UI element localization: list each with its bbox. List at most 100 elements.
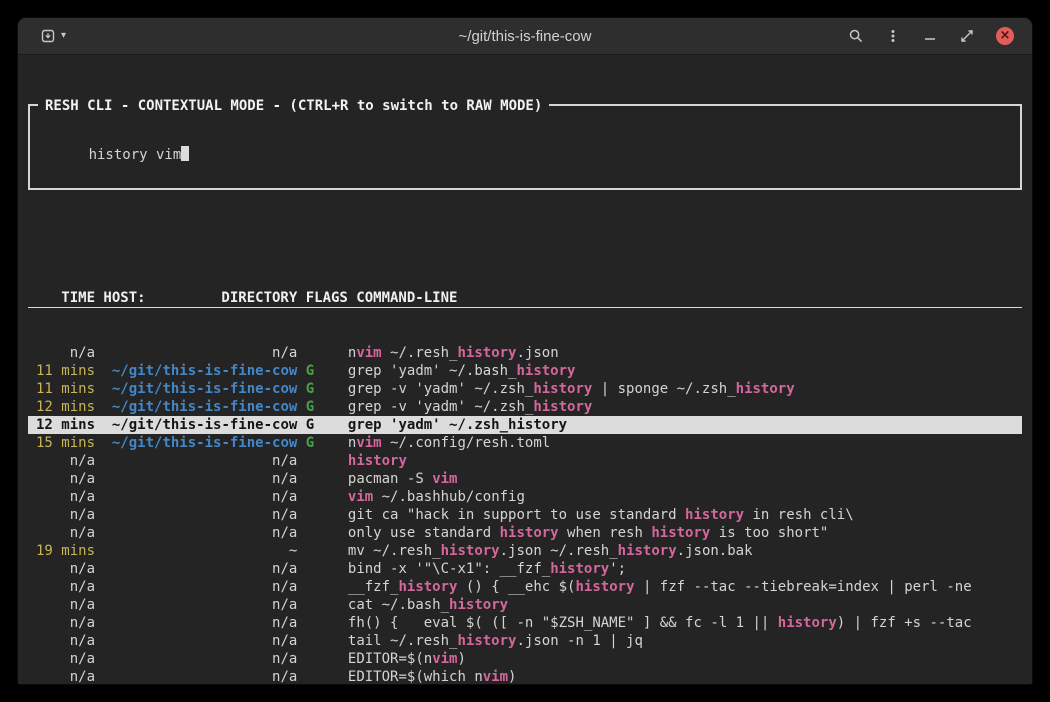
history-row[interactable]: 11 mins ~/git/this-is-fine-cow G grep -v… <box>28 380 1022 398</box>
row-host-directory: n/a <box>95 651 306 667</box>
command-segment: ) <box>508 669 516 684</box>
row-host-directory: n/a <box>95 669 306 684</box>
history-row[interactable]: n/a n/a cat ~/.bash_history <box>28 596 1022 614</box>
history-row-selected[interactable]: 12 mins ~/git/this-is-fine-cow G grep 'y… <box>28 416 1022 434</box>
row-time: n/a <box>36 579 95 595</box>
row-time: n/a <box>36 597 95 613</box>
command-segment: | fzf --tac --tiebreak=index | perl -ne <box>635 579 972 595</box>
match-segment: history <box>398 579 457 595</box>
column-headers: TIME HOST: DIRECTORY FLAGS COMMAND-LINE <box>28 289 1022 308</box>
history-row[interactable]: 12 mins ~/git/this-is-fine-cow G grep -v… <box>28 398 1022 416</box>
match-segment: history <box>348 453 407 469</box>
row-host-directory: n/a <box>95 507 306 523</box>
history-row[interactable]: 11 mins ~/git/this-is-fine-cow G grep 'y… <box>28 362 1022 380</box>
row-time: 11 mins <box>36 381 95 397</box>
command-segment: pacman -S <box>348 471 432 487</box>
history-row[interactable]: 15 mins ~/git/this-is-fine-cow G nvim ~/… <box>28 434 1022 452</box>
history-row[interactable]: n/a n/a pacman -S vim <box>28 470 1022 488</box>
row-flags <box>306 471 348 487</box>
terminal-screen: RESH CLI - CONTEXTUAL MODE - (CTRL+R to … <box>18 56 1032 684</box>
search-query-text: history vim <box>89 147 182 163</box>
row-host-directory: n/a <box>95 597 306 613</box>
match-segment: history <box>457 633 516 649</box>
history-row[interactable]: n/a n/a __fzf_history () { __ehc $(histo… <box>28 578 1022 596</box>
history-list: TIME HOST: DIRECTORY FLAGS COMMAND-LINE … <box>28 253 1022 684</box>
menu-button[interactable] <box>885 28 901 44</box>
row-flags <box>306 651 348 667</box>
command-segment: () { __ehc $( <box>457 579 575 595</box>
command-segment: grep -v 'yadm' ~/.zsh_ <box>348 381 533 397</box>
terminal-window: ▾ ~/git/this-is-fine-cow <box>18 18 1032 684</box>
match-segment: history <box>449 597 508 613</box>
row-time: 15 mins <box>36 435 95 451</box>
minimize-icon <box>922 28 938 44</box>
history-row[interactable]: n/a n/a tail ~/.resh_history.json -n 1 |… <box>28 632 1022 650</box>
command-segment: ) | fzf +s --tac <box>837 615 972 631</box>
search-input[interactable]: history vim <box>89 147 190 163</box>
command-segment: grep 'yadm' ~/.zsh_ <box>348 417 508 433</box>
match-segment: history <box>550 561 609 577</box>
row-flags: G <box>306 363 348 379</box>
command-segment: .json.bak <box>677 543 753 559</box>
match-segment: vim <box>432 651 457 667</box>
row-flags: G <box>306 399 348 415</box>
search-button[interactable] <box>848 28 864 44</box>
row-flags <box>306 345 348 361</box>
row-time: 11 mins <box>36 363 95 379</box>
row-flags <box>306 453 348 469</box>
match-segment: history <box>685 507 744 523</box>
row-time: 12 mins <box>36 399 95 415</box>
row-host-directory: n/a <box>95 579 306 595</box>
history-row[interactable]: n/a n/a git ca "hack in support to use s… <box>28 506 1022 524</box>
row-command: only use standard history when resh hist… <box>348 525 828 541</box>
history-row[interactable]: n/a n/a EDITOR=$(nvim) <box>28 650 1022 668</box>
match-segment: history <box>736 381 795 397</box>
chevron-down-icon: ▾ <box>61 31 66 41</box>
row-time: n/a <box>36 615 95 631</box>
row-command: fh() { eval $( ([ -n "$ZSH_NAME" ] && fc… <box>348 615 972 631</box>
match-segment: vim <box>348 489 373 505</box>
command-segment: bind -x '"\C-x1": __fzf_ <box>348 561 550 577</box>
new-terminal-button[interactable] <box>40 28 56 44</box>
row-host-directory: ~/git/this-is-fine-cow <box>95 435 306 451</box>
new-terminal-menu-button[interactable]: ▾ <box>61 31 66 41</box>
history-row[interactable]: n/a n/a bind -x '"\C-x1": __fzf_history'… <box>28 560 1022 578</box>
close-button[interactable]: × <box>996 27 1014 45</box>
history-row[interactable]: n/a n/a fh() { eval $( ([ -n "$ZSH_NAME"… <box>28 614 1022 632</box>
restore-button[interactable] <box>959 28 975 44</box>
command-segment: mv ~/.resh_ <box>348 543 441 559</box>
match-segment: history <box>508 417 567 433</box>
row-flags: G <box>306 417 348 433</box>
match-segment: history <box>516 363 575 379</box>
row-host-directory: ~/git/this-is-fine-cow <box>95 417 306 433</box>
titlebar[interactable]: ▾ ~/git/this-is-fine-cow <box>18 18 1032 55</box>
search-box[interactable]: RESH CLI - CONTEXTUAL MODE - (CTRL+R to … <box>28 104 1022 190</box>
command-segment: only use standard <box>348 525 500 541</box>
row-command: git ca "hack in support to use standard … <box>348 507 854 523</box>
row-command: nvim ~/.config/resh.toml <box>348 435 550 451</box>
history-row[interactable]: n/a n/a EDITOR=$(which nvim) <box>28 668 1022 684</box>
row-command: grep -v 'yadm' ~/.zsh_history | sponge ~… <box>348 381 795 397</box>
row-command: grep 'yadm' ~/.bash_history <box>348 363 576 379</box>
row-time: n/a <box>36 507 95 523</box>
match-segment: history <box>500 525 559 541</box>
row-flags <box>306 561 348 577</box>
history-row[interactable]: n/a n/a only use standard history when r… <box>28 524 1022 542</box>
row-host-directory: n/a <box>95 453 306 469</box>
row-host-directory: ~/git/this-is-fine-cow <box>95 363 306 379</box>
row-command: mv ~/.resh_history.json ~/.resh_history.… <box>348 543 753 559</box>
match-segment: vim <box>432 471 457 487</box>
command-segment: tail ~/.resh_ <box>348 633 458 649</box>
row-flags <box>306 615 348 631</box>
row-flags: G <box>306 381 348 397</box>
row-time: n/a <box>36 345 95 361</box>
row-time: n/a <box>36 453 95 469</box>
row-flags <box>306 525 348 541</box>
minimize-button[interactable] <box>922 28 938 44</box>
history-row[interactable]: n/a n/a vim ~/.bashhub/config <box>28 488 1022 506</box>
row-host-directory: n/a <box>95 525 306 541</box>
history-row[interactable]: 19 mins ~ mv ~/.resh_history.json ~/.res… <box>28 542 1022 560</box>
history-row[interactable]: n/a n/a history <box>28 452 1022 470</box>
history-row[interactable]: n/a n/a nvim ~/.resh_history.json <box>28 344 1022 362</box>
row-flags <box>306 489 348 505</box>
